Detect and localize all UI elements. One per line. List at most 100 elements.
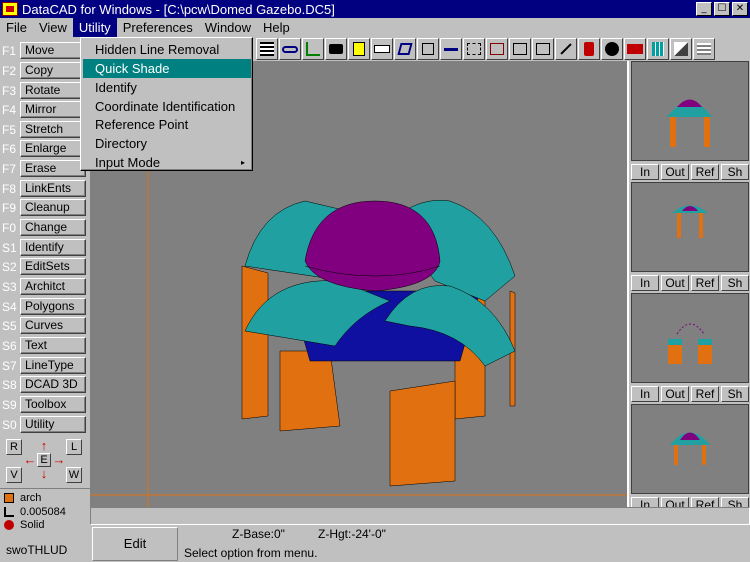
editsets-button[interactable]: EditSets <box>20 258 86 275</box>
toolbox-button[interactable]: Toolbox <box>20 396 86 413</box>
fkey-mirror[interactable]: F4 Mirror <box>0 100 88 119</box>
stretch-box-icon[interactable] <box>463 38 485 60</box>
fkey-toolbox[interactable]: S9 Toolbox <box>0 395 88 414</box>
window-icon[interactable] <box>647 38 669 60</box>
stairs-icon[interactable] <box>670 38 692 60</box>
arrow-left-icon[interactable]: ← <box>23 453 37 467</box>
zoom-in-button[interactable]: In <box>631 275 659 291</box>
camera-icon[interactable] <box>325 38 347 60</box>
menu-preferences[interactable]: Preferences <box>117 18 199 37</box>
move-box-icon[interactable] <box>486 38 508 60</box>
menu-item-directory[interactable]: Directory <box>83 134 251 153</box>
fkey-utility[interactable]: S0 Utility <box>0 415 88 434</box>
menu-item-coordinate-identification[interactable]: Coordinate Identification <box>83 97 251 116</box>
zoom-in-button[interactable]: In <box>631 386 659 402</box>
scale-icon[interactable] <box>555 38 577 60</box>
view-3[interactable] <box>631 293 749 383</box>
menu-utility[interactable]: Utility <box>72 18 117 37</box>
shade-button[interactable]: Sh <box>721 275 749 291</box>
identify-button[interactable]: Identify <box>20 239 86 256</box>
walkthrough-icon[interactable] <box>302 38 324 60</box>
input-line[interactable] <box>90 507 750 525</box>
mirror-button[interactable]: Mirror <box>20 101 86 118</box>
menu-view[interactable]: View <box>33 18 73 37</box>
zoom-out-button[interactable]: Out <box>661 275 689 291</box>
pan-e-button[interactable]: E <box>37 453 51 467</box>
pan-r-button[interactable]: R <box>6 439 22 455</box>
view-1[interactable] <box>631 61 749 161</box>
bomb-icon[interactable] <box>601 38 623 60</box>
dcad3d-button[interactable]: DCAD 3D <box>20 376 86 393</box>
rotate-button[interactable]: Rotate <box>20 82 86 99</box>
dimension-icon[interactable] <box>371 38 393 60</box>
menu-item-hidden-line-removal[interactable]: Hidden Line Removal <box>83 40 251 59</box>
enlarge-button[interactable]: Enlarge <box>20 140 86 157</box>
fkey-change[interactable]: F0 Change <box>0 218 88 237</box>
view-2[interactable] <box>631 182 749 272</box>
fkey-enlarge[interactable]: F6 Enlarge <box>0 139 88 158</box>
fkey-copy[interactable]: F2 Copy <box>0 61 88 80</box>
menu-item-reference-point[interactable]: Reference Point <box>83 115 251 134</box>
menu-window[interactable]: Window <box>199 18 257 37</box>
prism-icon[interactable] <box>417 38 439 60</box>
fkey-identify[interactable]: S1 Identify <box>0 238 88 257</box>
fkey-stretch[interactable]: F5 Stretch <box>0 120 88 139</box>
menu-help[interactable]: Help <box>257 18 296 37</box>
zoom-out-button[interactable]: Out <box>661 164 689 180</box>
stretch-button[interactable]: Stretch <box>20 121 86 138</box>
ref-button[interactable]: Ref <box>691 386 719 402</box>
identify-icon[interactable] <box>348 38 370 60</box>
shade-button[interactable]: Sh <box>721 164 749 180</box>
arrow-box-icon[interactable] <box>532 38 554 60</box>
fkey-linkents[interactable]: F8 LinkEnts <box>0 179 88 198</box>
layer-row[interactable]: arch <box>4 492 41 504</box>
rotate-box-icon[interactable] <box>509 38 531 60</box>
ref-button[interactable]: Ref <box>691 164 719 180</box>
copy-button[interactable]: Copy <box>20 62 86 79</box>
utility-button[interactable]: Utility <box>20 416 86 433</box>
linkents-button[interactable]: LinkEnts <box>20 180 86 197</box>
fkey-dcad3d[interactable]: S8 DCAD 3D <box>0 375 88 394</box>
close-button[interactable]: ✕ <box>732 2 748 16</box>
menu-item-identify[interactable]: Identify <box>83 78 251 97</box>
fkey-editsets[interactable]: S2 EditSets <box>0 257 88 276</box>
curves-button[interactable]: Curves <box>20 317 86 334</box>
arrow-right-box-icon[interactable] <box>440 38 462 60</box>
fkey-architct[interactable]: S3 Architct <box>0 277 88 296</box>
zoom-in-button[interactable]: In <box>631 497 659 507</box>
erase-button[interactable]: Erase <box>20 160 86 177</box>
shade-button[interactable]: Sh <box>721 497 749 507</box>
menu-file[interactable]: File <box>0 18 33 37</box>
pan-l-button[interactable]: L <box>66 439 82 455</box>
maximize-button[interactable]: ☐ <box>714 2 730 16</box>
grid-icon[interactable] <box>256 38 278 60</box>
fkey-cleanup[interactable]: F9 Cleanup <box>0 198 88 217</box>
pan-v-button[interactable]: V <box>6 467 22 483</box>
fkey-linetype[interactable]: S7 LineType <box>0 356 88 375</box>
glasses-icon[interactable] <box>279 38 301 60</box>
zoom-out-button[interactable]: Out <box>661 497 689 507</box>
fill-row[interactable]: Solid <box>4 519 44 531</box>
cube-icon[interactable] <box>394 38 416 60</box>
ref-button[interactable]: Ref <box>691 497 719 507</box>
paint-icon[interactable] <box>578 38 600 60</box>
wall-icon[interactable] <box>693 38 715 60</box>
fkey-curves[interactable]: S5 Curves <box>0 316 88 335</box>
shade-button[interactable]: Sh <box>721 386 749 402</box>
arrow-right-icon[interactable]: → <box>52 453 66 467</box>
change-button[interactable]: Change <box>20 219 86 236</box>
ref-button[interactable]: Ref <box>691 275 719 291</box>
minimize-button[interactable]: _ <box>696 2 712 16</box>
arrow-up-icon[interactable]: ↑ <box>37 439 51 453</box>
polygons-button[interactable]: Polygons <box>20 298 86 315</box>
move-button[interactable]: Move <box>20 42 86 59</box>
zoom-out-button[interactable]: Out <box>661 386 689 402</box>
fkey-polygons[interactable]: S4 Polygons <box>0 297 88 316</box>
fkey-rotate[interactable]: F3 Rotate <box>0 81 88 100</box>
toolbox-icon[interactable] <box>624 38 646 60</box>
pan-w-button[interactable]: W <box>66 467 82 483</box>
cleanup-button[interactable]: Cleanup <box>20 199 86 216</box>
arrow-down-icon[interactable]: ↓ <box>37 467 51 481</box>
menu-item-quick-shade[interactable]: Quick Shade <box>83 59 251 78</box>
datacad-app-icon[interactable] <box>2 2 18 16</box>
